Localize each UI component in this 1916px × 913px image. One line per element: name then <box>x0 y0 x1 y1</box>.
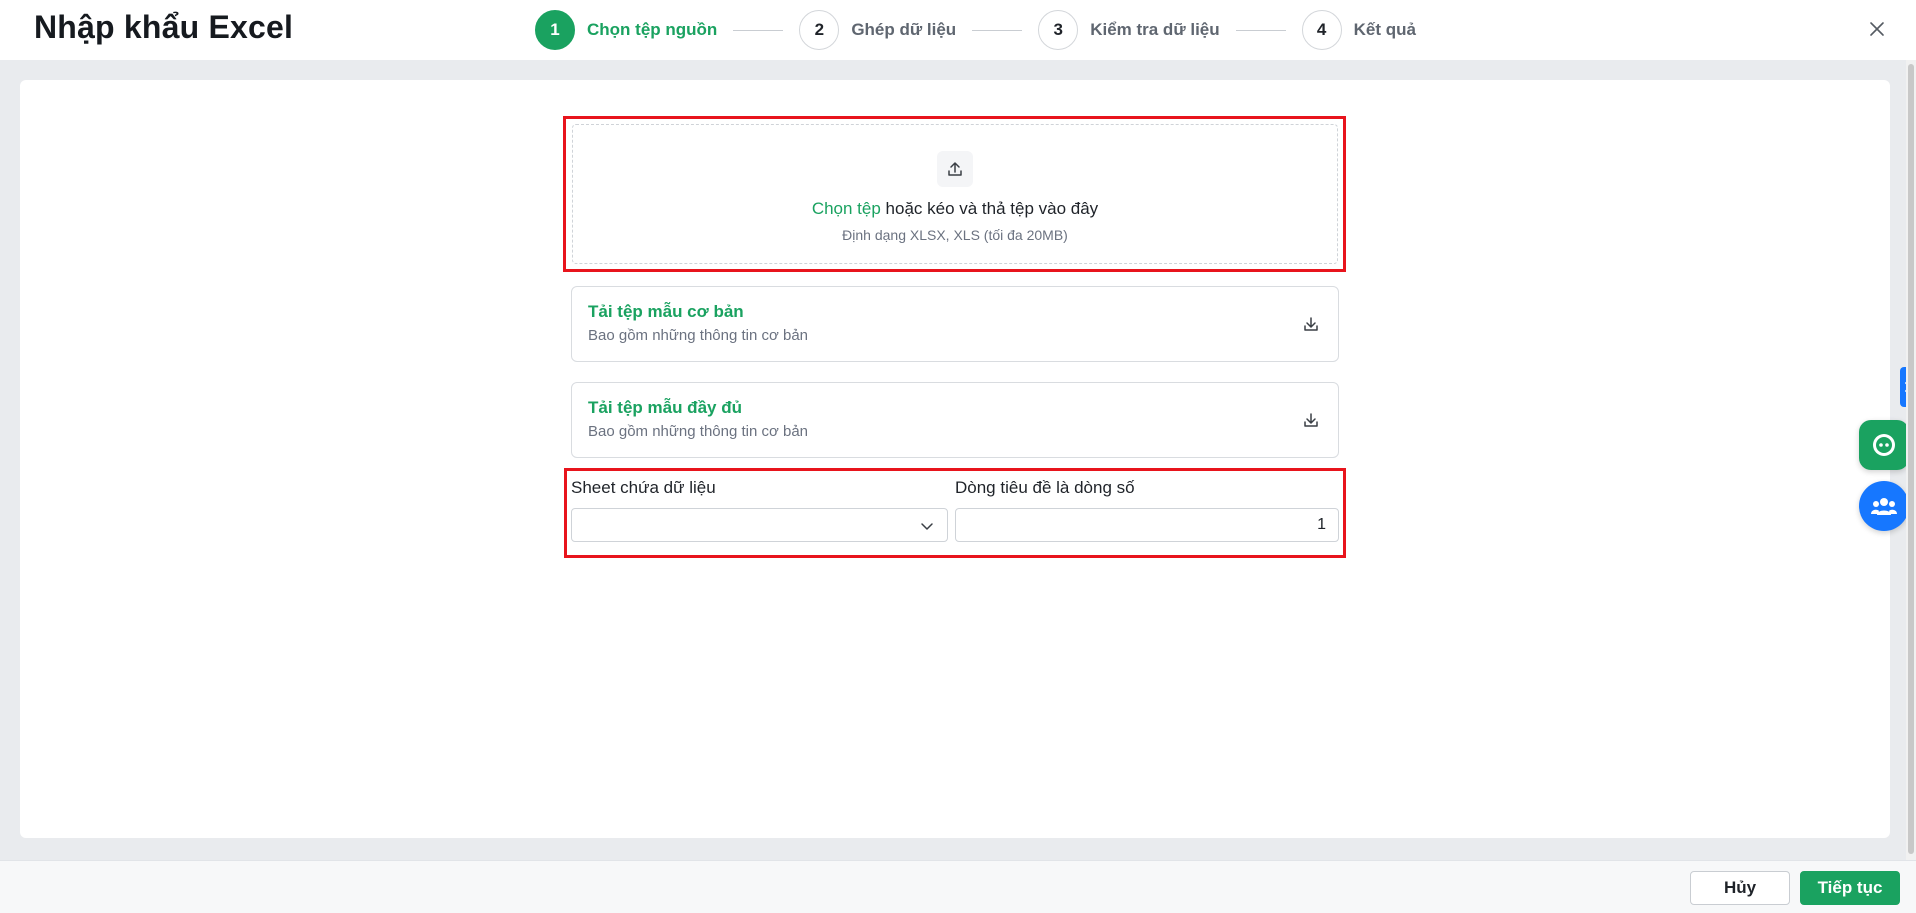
scrollbar-thumb[interactable] <box>1908 64 1914 854</box>
scrollbar[interactable] <box>1906 60 1916 860</box>
template-description: Bao gồm những thông tin cơ bản <box>588 423 809 440</box>
step-3[interactable]: 3 Kiểm tra dữ liệu <box>1038 10 1220 50</box>
sheet-label: Sheet chứa dữ liệu <box>571 478 716 497</box>
upload-instruction-text: hoặc kéo và thả tệp vào đây <box>880 199 1099 218</box>
download-icon[interactable] <box>1300 313 1322 335</box>
upload-format-hint: Định dạng XLSX, XLS (tối đa 20MB) <box>842 227 1068 243</box>
step-1[interactable]: 1 Chọn tệp nguồn <box>535 10 717 50</box>
file-dropzone[interactable]: Chọn tệp hoặc kéo và thả tệp vào đây Địn… <box>572 124 1338 264</box>
step-connector <box>1235 29 1286 31</box>
step-label: Chọn tệp nguồn <box>587 20 718 39</box>
continue-button[interactable]: Tiếp tục <box>1800 871 1900 905</box>
header-row-label: Dòng tiêu đề là dòng số <box>955 478 1135 497</box>
step-label: Ghép dữ liệu <box>851 20 957 39</box>
step-label: Kiểm tra dữ liệu <box>1090 20 1220 39</box>
template-description: Bao gồm những thông tin cơ bản <box>588 327 809 344</box>
template-title: Tải tệp mẫu đầy đủ <box>588 398 742 417</box>
close-icon <box>1870 22 1884 36</box>
stepper: 1 Chọn tệp nguồn 2 Ghép dữ liệu 3 Kiểm t… <box>535 8 1416 52</box>
dialog-title: Nhập khẩu Excel <box>34 9 294 45</box>
community-button[interactable] <box>1859 481 1909 531</box>
sheet-select[interactable] <box>571 508 948 542</box>
close-button[interactable] <box>1864 16 1890 42</box>
choose-file-link[interactable]: Chọn tệp <box>812 199 881 218</box>
step-number: 1 <box>535 10 575 50</box>
step-number: 4 <box>1301 10 1342 50</box>
group-icon <box>1871 498 1897 515</box>
step-number: 2 <box>799 10 840 50</box>
chat-bot-icon <box>1873 434 1895 456</box>
step-2[interactable]: 2 Ghép dữ liệu <box>799 10 956 50</box>
step-connector <box>733 29 784 31</box>
step-connector <box>972 29 1023 31</box>
chat-button[interactable] <box>1859 420 1909 470</box>
download-basic-template[interactable]: Tải tệp mẫu cơ bản Bao gồm những thông t… <box>571 286 1339 362</box>
dialog-header: Nhập khẩu Excel 1 Chọn tệp nguồn 2 Ghép … <box>0 0 1916 60</box>
step-label: Kết quả <box>1353 20 1416 39</box>
cancel-button[interactable]: Hủy <box>1690 871 1790 905</box>
upload-icon <box>937 151 973 187</box>
step-number: 3 <box>1038 10 1079 50</box>
upload-instructions: Chọn tệp hoặc kéo và thả tệp vào đây <box>812 199 1098 219</box>
template-title: Tải tệp mẫu cơ bản <box>588 302 744 321</box>
dialog-footer: Hủy Tiếp tục <box>0 860 1916 913</box>
chevron-down-icon <box>921 523 933 530</box>
download-icon[interactable] <box>1300 409 1322 431</box>
header-row-input[interactable]: 1 <box>955 508 1339 542</box>
download-full-template[interactable]: Tải tệp mẫu đầy đủ Bao gồm những thông t… <box>571 382 1339 458</box>
step-4[interactable]: 4 Kết quả <box>1301 10 1416 50</box>
